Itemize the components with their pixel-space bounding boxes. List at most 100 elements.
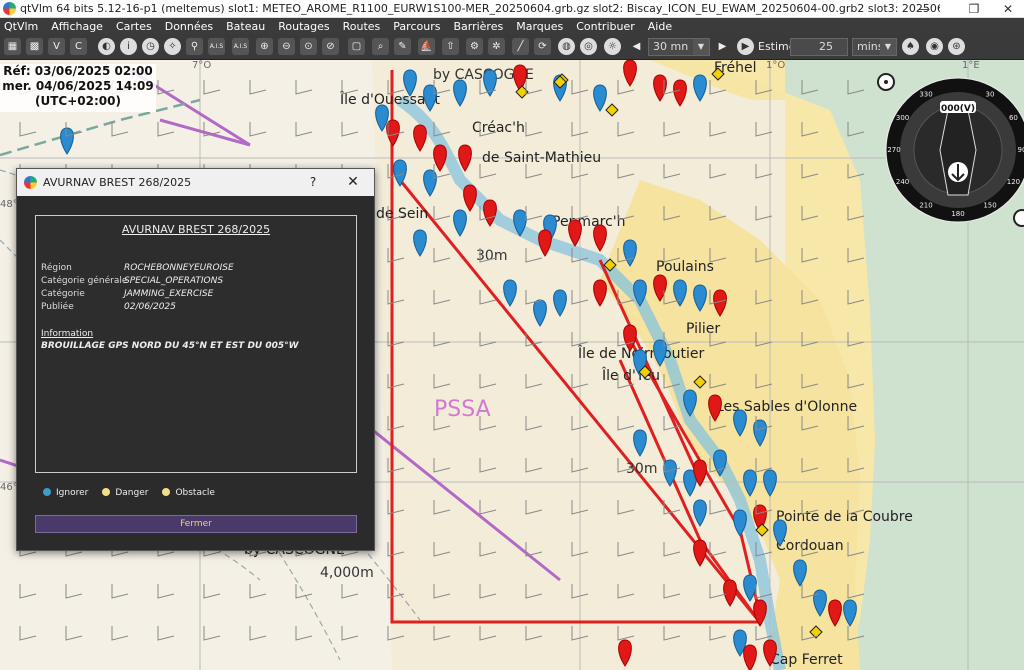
cog-icon[interactable]: ✲ bbox=[488, 38, 505, 55]
ruler-icon[interactable]: ╱ bbox=[512, 38, 529, 55]
legend-ignore[interactable]: Ignorer bbox=[43, 488, 88, 498]
bell-icon[interactable]: ♠ bbox=[902, 38, 919, 55]
place-label: Penmarc'h bbox=[552, 214, 626, 230]
compass-mark: 210 bbox=[919, 201, 932, 209]
prev-step-icon[interactable]: ◀ bbox=[628, 38, 645, 55]
menu-qtvlm[interactable]: QtVlm bbox=[4, 20, 38, 33]
info-value: BROUILLAGE GPS NORD DU 45°N ET EST DU 00… bbox=[41, 341, 299, 351]
sun-icon[interactable]: ☼ bbox=[604, 38, 621, 55]
zoom-out-icon[interactable]: ⊖ bbox=[278, 38, 295, 55]
compass-widget[interactable]: 000(V) 330 300 270 240 210 180 150 120 90 60 30 bbox=[872, 60, 1024, 230]
legend-danger[interactable]: Danger bbox=[102, 488, 148, 498]
field-label: Catégorie bbox=[41, 289, 85, 299]
record-icon[interactable]: ◉ bbox=[926, 38, 943, 55]
notice-heading: AVURNAV BREST 268/2025 bbox=[121, 223, 271, 236]
magnify-icon[interactable]: ⌕ bbox=[372, 38, 389, 55]
menu-aide[interactable]: Aide bbox=[648, 20, 672, 33]
zoom-area-icon[interactable]: ⊙ bbox=[300, 38, 317, 55]
globe-icon[interactable]: ◍ bbox=[558, 38, 575, 55]
radio-icon bbox=[43, 488, 51, 496]
compass-mark: 180 bbox=[951, 210, 964, 218]
legend: Ignorer Danger Obstacle bbox=[43, 488, 215, 498]
menu-bateau[interactable]: Bateau bbox=[226, 20, 265, 33]
circle-tool-icon[interactable]: ◐ bbox=[98, 38, 115, 55]
grib-icon[interactable]: ▦ bbox=[4, 38, 21, 55]
lifebuoy-icon[interactable]: ⊛ bbox=[948, 38, 965, 55]
dialog-titlebar: AVURNAV BREST 268/2025 ? ✕ bbox=[17, 169, 374, 196]
arrow-up-icon[interactable]: ⇧ bbox=[442, 38, 459, 55]
legend-obstacle[interactable]: Obstacle bbox=[162, 488, 215, 498]
timezone: (UTC+02:00) bbox=[35, 94, 121, 108]
heading-value: 000(V) bbox=[941, 104, 975, 114]
help-button[interactable]: ? bbox=[303, 169, 323, 196]
play-icon[interactable]: ▶ bbox=[737, 38, 754, 55]
place-label: Cordouan bbox=[776, 538, 844, 554]
zoom-fit-icon[interactable]: ⊘ bbox=[322, 38, 339, 55]
lon-label: 1°O bbox=[766, 60, 785, 71]
menu-routages[interactable]: Routages bbox=[278, 20, 329, 33]
estime-input[interactable]: 25 bbox=[790, 38, 848, 56]
pen-icon[interactable]: ✎ bbox=[394, 38, 411, 55]
gear-icon[interactable]: ⚙ bbox=[466, 38, 483, 55]
compass-mark: 300 bbox=[896, 114, 909, 122]
ais-icon[interactable]: A.I.S bbox=[208, 38, 225, 55]
close-dialog-button[interactable]: Fermer bbox=[35, 515, 357, 533]
menu-donnees[interactable]: Données bbox=[165, 20, 213, 33]
app-icon bbox=[3, 2, 16, 15]
field-value: JAMMING_EXERCISE bbox=[124, 289, 214, 299]
menu-routes[interactable]: Routes bbox=[343, 20, 381, 33]
info-icon[interactable]: i bbox=[120, 38, 137, 55]
compass-mark: 240 bbox=[896, 178, 909, 186]
target-icon[interactable]: ◎ bbox=[580, 38, 597, 55]
field-value: 02/06/2025 bbox=[124, 302, 176, 312]
menu-cartes[interactable]: Cartes bbox=[116, 20, 152, 33]
select-icon[interactable]: ▢ bbox=[348, 38, 365, 55]
dialog-close-icon[interactable]: ✕ bbox=[343, 169, 363, 196]
menu-bar: QtVlm Affichage Cartes Données Bateau Ro… bbox=[0, 18, 1024, 34]
clock-icon[interactable]: ◷ bbox=[142, 38, 159, 55]
close-button[interactable]: ✕ bbox=[988, 0, 1024, 18]
menu-marques[interactable]: Marques bbox=[516, 20, 563, 33]
grib-wind-icon[interactable]: ▩ bbox=[26, 38, 43, 55]
pin-icon[interactable]: ⚲ bbox=[186, 38, 203, 55]
field-value: SPECIAL_OPERATIONS bbox=[124, 276, 224, 286]
place-label: de Sein bbox=[376, 206, 428, 222]
boat-icon[interactable]: ⛵ bbox=[418, 38, 435, 55]
menu-barrieres[interactable]: Barrières bbox=[453, 20, 503, 33]
field-label: Catégorie générale bbox=[41, 276, 128, 286]
compass-tool-icon[interactable]: ✧ bbox=[164, 38, 181, 55]
menu-affichage[interactable]: Affichage bbox=[51, 20, 103, 33]
compass-mark: 120 bbox=[1007, 178, 1020, 186]
field-label: Région bbox=[41, 263, 72, 273]
time-step-select[interactable]: 30 mn ▼ bbox=[648, 38, 710, 56]
compass-rose: 000(V) 330 300 270 240 210 180 150 120 90 60 30 bbox=[877, 73, 1024, 227]
field-value: ROCHEBONNEYEUROISE bbox=[124, 263, 234, 273]
radio-icon bbox=[162, 488, 171, 496]
next-step-icon[interactable]: ▶ bbox=[714, 38, 731, 55]
menu-contribuer[interactable]: Contribuer bbox=[576, 20, 635, 33]
legend-label: Danger bbox=[115, 488, 149, 498]
place-label: Pointe de la Coubre bbox=[776, 509, 913, 525]
place-label: Cap Ferret bbox=[770, 652, 843, 668]
window-title: qtVlm 64 bits 5.12-16-p1 (meltemus) slot… bbox=[20, 2, 940, 15]
refresh-icon[interactable]: ⟳ bbox=[534, 38, 551, 55]
grib-v-icon[interactable]: V bbox=[48, 38, 65, 55]
menu-parcours[interactable]: Parcours bbox=[393, 20, 440, 33]
legend-label: Ignorer bbox=[56, 488, 89, 498]
dialog-title: AVURNAV BREST 268/2025 bbox=[43, 176, 192, 189]
zoom-in-icon[interactable]: ⊕ bbox=[256, 38, 273, 55]
lon-label: 7°O bbox=[192, 60, 211, 71]
reference-time-panel: Réf: 03/06/2025 02:00 mer. 04/06/2025 14… bbox=[0, 64, 156, 112]
ref-date: Réf: 03/06/2025 02:00 bbox=[3, 64, 153, 78]
depth-label: 4,000m bbox=[320, 565, 374, 581]
zone-label: PSSA bbox=[434, 397, 491, 422]
grib-c-icon[interactable]: C bbox=[70, 38, 87, 55]
current-date: mer. 04/06/2025 14:09 bbox=[2, 79, 154, 93]
ais-filter-icon[interactable]: A.I.S bbox=[232, 38, 249, 55]
compass-mark: 270 bbox=[887, 146, 900, 154]
minimize-button[interactable]: — bbox=[904, 0, 944, 18]
toolbar: ▦ ▩ V C ◐ i ◷ ✧ ⚲ A.I.S A.I.S ⊕ ⊖ ⊙ ⊘ ▢ … bbox=[0, 34, 1024, 60]
field-label: Publiée bbox=[41, 302, 74, 312]
estime-unit-select[interactable]: mins ▼ bbox=[852, 38, 897, 56]
compass-mark: 150 bbox=[983, 201, 996, 209]
